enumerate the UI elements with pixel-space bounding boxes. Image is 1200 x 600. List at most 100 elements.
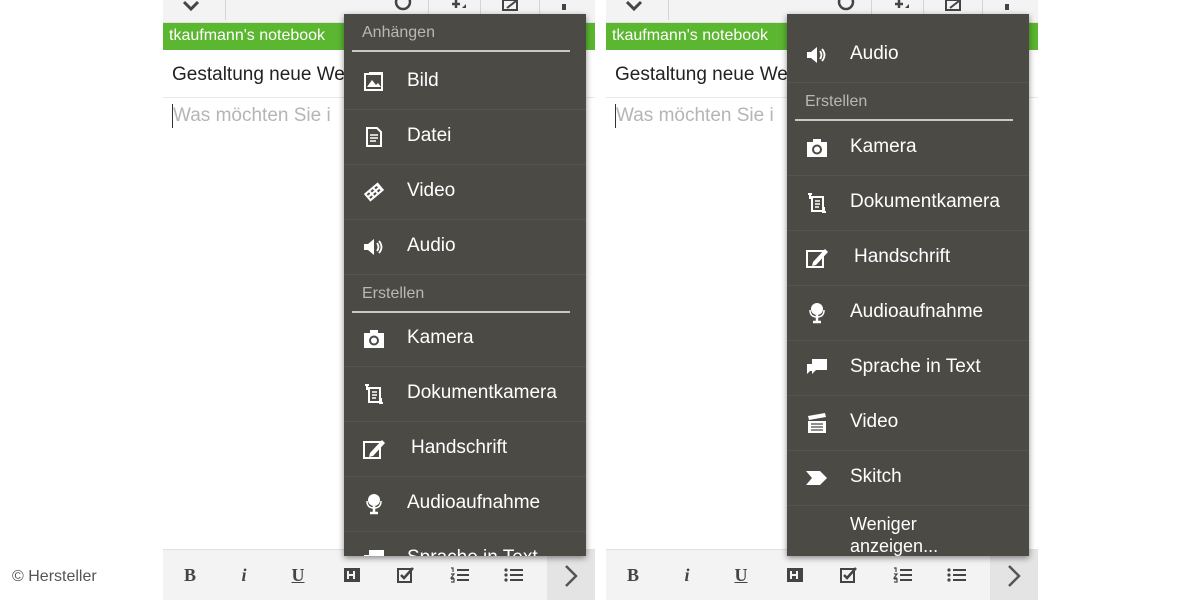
chevron-right-icon bbox=[565, 565, 578, 587]
underline-button[interactable]: U bbox=[283, 560, 313, 590]
notebook-name: tkaufmann's notebook bbox=[169, 27, 326, 44]
create-header: Erstellen bbox=[362, 285, 425, 302]
video-clapper-icon bbox=[808, 413, 826, 433]
show-less-label: Weniger anzeigen... bbox=[850, 513, 938, 556]
speech-to-text-icon bbox=[807, 359, 827, 374]
menu-item-label: Skitch bbox=[850, 466, 902, 487]
format-toolbar: B i U bbox=[606, 549, 1038, 600]
menu-item-label: Audio bbox=[850, 43, 899, 64]
audio-icon bbox=[364, 239, 383, 255]
show-less-line2: anzeigen... bbox=[850, 536, 939, 556]
highlight-icon bbox=[787, 568, 803, 582]
reminder-icon[interactable] bbox=[393, 0, 413, 14]
menu-item-label: Audioaufnahme bbox=[407, 492, 541, 513]
menu-section-header: Anhängen bbox=[344, 14, 586, 54]
note-title-input[interactable]: Gestaltung neue We bbox=[615, 64, 788, 86]
bullet-list-button[interactable] bbox=[942, 560, 972, 590]
checkmark-done-icon[interactable] bbox=[181, 0, 201, 14]
numbered-list-button[interactable] bbox=[888, 560, 918, 590]
camera-icon bbox=[364, 330, 384, 348]
menu-item-sprache-in-text[interactable]: Sprache in Text bbox=[787, 341, 1029, 396]
show-less-button[interactable]: Weniger anzeigen... bbox=[787, 506, 1029, 556]
overflow-menu-icon[interactable] bbox=[1002, 0, 1012, 14]
speech-to-text-icon bbox=[364, 550, 384, 556]
menu-item-skitch[interactable]: Skitch bbox=[787, 451, 1029, 506]
note-body-input[interactable]: Was möchten Sie i bbox=[616, 105, 774, 127]
bullet-list-button[interactable] bbox=[499, 560, 529, 590]
attach-plus-icon[interactable] bbox=[448, 0, 468, 14]
section-divider bbox=[352, 50, 570, 52]
bullet-list-icon bbox=[947, 568, 966, 582]
italic-button[interactable]: i bbox=[229, 560, 259, 590]
menu-section-header: Erstellen bbox=[787, 83, 1029, 123]
highlight-button[interactable] bbox=[337, 560, 367, 590]
menu-item-handschrift[interactable]: Handschrift bbox=[344, 422, 586, 477]
note-body-input[interactable]: Was möchten Sie i bbox=[173, 105, 331, 127]
bold-button[interactable]: B bbox=[618, 560, 648, 590]
camera-icon bbox=[807, 139, 827, 157]
menu-item-handschrift[interactable]: Handschrift bbox=[787, 231, 1029, 286]
menu-item-label: Dokumentkamera bbox=[407, 382, 557, 403]
menu-item-dokumentkamera[interactable]: Dokumentkamera bbox=[787, 176, 1029, 231]
screenshot: { "credit": "© Hersteller", "notebook_na… bbox=[0, 0, 1200, 600]
overflow-menu-icon[interactable] bbox=[559, 0, 569, 14]
checkbox-button[interactable] bbox=[834, 560, 864, 590]
attach-header: Anhängen bbox=[362, 24, 435, 41]
menu-item-datei[interactable]: Datei bbox=[344, 110, 586, 165]
italic-button[interactable]: i bbox=[672, 560, 702, 590]
edit-format-icon[interactable] bbox=[501, 0, 521, 14]
microphone-icon bbox=[809, 303, 825, 324]
phone-screen-right: tkaufmann's notebook Gestaltung neue We … bbox=[606, 0, 1038, 600]
menu-item-kamera[interactable]: Kamera bbox=[787, 121, 1029, 176]
menu-item-label: Datei bbox=[407, 125, 452, 146]
attach-menu-left: Anhängen Bild Datei Video Audio Erstelle… bbox=[344, 14, 586, 556]
document-camera-icon bbox=[365, 384, 383, 404]
menu-item-kamera[interactable]: Kamera bbox=[344, 312, 586, 367]
menu-item-label: Video bbox=[850, 411, 899, 432]
numbered-list-icon bbox=[450, 567, 469, 583]
toolbar-divider bbox=[225, 0, 226, 20]
checkmark-done-icon[interactable] bbox=[624, 0, 644, 14]
menu-item-audio[interactable]: Audio bbox=[344, 220, 586, 275]
video-icon bbox=[363, 182, 385, 202]
edit-format-icon[interactable] bbox=[944, 0, 964, 14]
menu-item-label: Audioaufnahme bbox=[850, 301, 984, 322]
highlight-button[interactable] bbox=[780, 560, 810, 590]
menu-item-video[interactable]: Video bbox=[787, 396, 1029, 451]
attach-menu-right: Audio Erstellen Kamera Dokumentkamera Ha… bbox=[787, 14, 1029, 556]
more-formatting-button[interactable] bbox=[547, 550, 595, 600]
underline-button[interactable]: U bbox=[726, 560, 756, 590]
menu-item-audioaufnahme[interactable]: Audioaufnahme bbox=[344, 477, 586, 532]
audio-icon bbox=[807, 47, 826, 63]
notebook-name: tkaufmann's notebook bbox=[612, 27, 769, 44]
menu-item-label: Handschrift bbox=[854, 246, 951, 267]
numbered-list-button[interactable] bbox=[445, 560, 475, 590]
menu-item-label: Kamera bbox=[850, 136, 917, 157]
chevron-right-icon bbox=[1008, 565, 1021, 587]
handwriting-icon bbox=[363, 440, 385, 459]
reminder-icon[interactable] bbox=[836, 0, 856, 14]
menu-item-bild[interactable]: Bild bbox=[344, 55, 586, 110]
menu-item-video[interactable]: Video bbox=[344, 165, 586, 220]
checkbox-button[interactable] bbox=[391, 560, 421, 590]
menu-item-label: Audio bbox=[407, 235, 456, 256]
menu-section-header: Erstellen bbox=[344, 275, 586, 315]
menu-item-sprache-in-text[interactable]: Sprache in Text bbox=[344, 532, 586, 556]
microphone-icon bbox=[366, 494, 382, 515]
format-toolbar: B i U bbox=[163, 549, 595, 600]
more-formatting-button[interactable] bbox=[990, 550, 1038, 600]
bold-button[interactable]: B bbox=[175, 560, 205, 590]
checkbox-icon bbox=[397, 567, 414, 583]
document-camera-icon bbox=[808, 193, 826, 213]
file-icon bbox=[366, 127, 382, 147]
menu-item-label: Handschrift bbox=[411, 437, 508, 458]
menu-item-audioaufnahme[interactable]: Audioaufnahme bbox=[787, 286, 1029, 341]
menu-item-audio[interactable]: Audio bbox=[787, 28, 1029, 83]
note-title-input[interactable]: Gestaltung neue We bbox=[172, 64, 345, 86]
show-less-line1: Weniger bbox=[850, 514, 917, 534]
attach-plus-icon[interactable] bbox=[891, 0, 911, 14]
menu-item-dokumentkamera[interactable]: Dokumentkamera bbox=[344, 367, 586, 422]
create-header: Erstellen bbox=[805, 93, 868, 110]
menu-item-label: Dokumentkamera bbox=[850, 191, 1000, 212]
handwriting-icon bbox=[806, 249, 828, 268]
